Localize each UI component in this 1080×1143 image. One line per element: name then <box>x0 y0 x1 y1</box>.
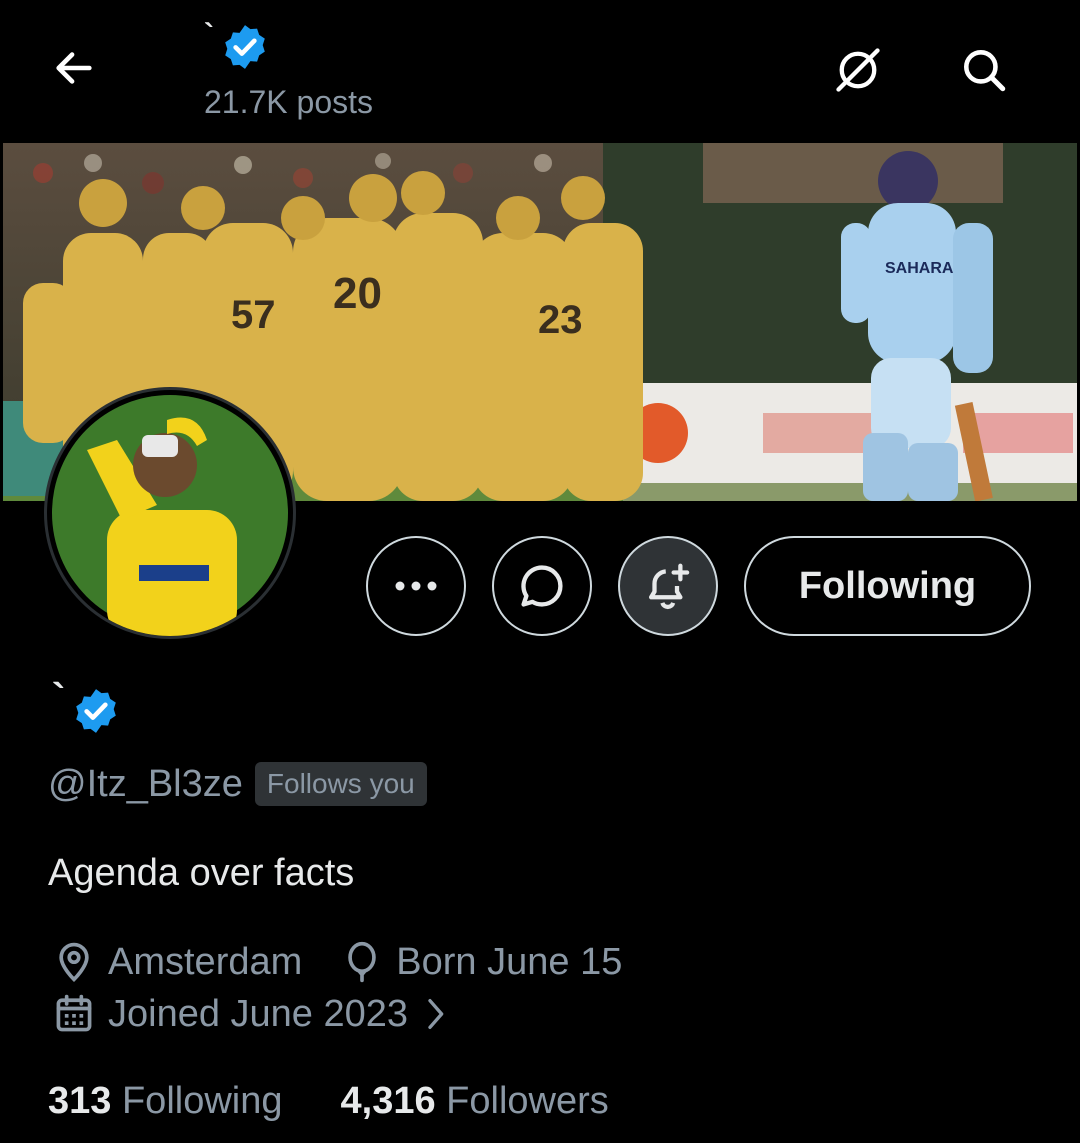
search-icon <box>964 50 1006 92</box>
more-button[interactable] <box>366 536 466 636</box>
svg-text:57: 57 <box>231 293 276 337</box>
joined-row[interactable]: Joined June 2023 <box>52 992 450 1036</box>
profile-avatar[interactable] <box>44 387 296 639</box>
profile-display-name-row: ` <box>52 676 121 736</box>
handle-row: @Itz_Bl3ze Follows you <box>48 762 427 806</box>
notify-button[interactable] <box>618 536 718 636</box>
birthday-text: Born June 15 <box>396 940 623 983</box>
verified-badge-icon <box>225 25 265 69</box>
profile-display-name: ` <box>52 676 66 720</box>
search-button[interactable] <box>956 42 1012 98</box>
following-count: 313 <box>48 1080 112 1122</box>
svg-text:20: 20 <box>333 269 382 318</box>
message-icon <box>521 565 563 607</box>
follows-you-badge: Follows you <box>254 762 427 806</box>
location-text: Amsterdam <box>108 940 303 983</box>
back-arrow-icon <box>56 52 92 84</box>
verified-badge-icon <box>76 689 117 733</box>
following-label: Following <box>121 1080 283 1122</box>
message-button[interactable] <box>492 536 592 636</box>
more-icon <box>395 581 437 591</box>
back-button[interactable] <box>48 42 100 94</box>
svg-text:23: 23 <box>538 298 583 342</box>
followers-label: Followers <box>446 1080 609 1122</box>
birthday-balloon-icon <box>348 941 377 983</box>
profile-bio: Agenda over facts <box>48 852 355 894</box>
hide-button[interactable] <box>830 42 886 98</box>
followers-stat[interactable]: 4,316 Followers <box>341 1080 609 1123</box>
profile-handle: @Itz_Bl3ze <box>48 762 243 805</box>
calendar-icon <box>56 994 92 1032</box>
following-button-label: Following <box>798 564 977 607</box>
joined-text: Joined June 2023 <box>108 992 409 1035</box>
posts-count: 21.7K posts <box>204 84 373 120</box>
following-stat[interactable]: 313 Following <box>48 1080 283 1123</box>
chevron-right-icon <box>428 999 444 1029</box>
following-button[interactable]: Following <box>744 536 1031 636</box>
location-birthday-row: Amsterdam Born June 15 <box>52 940 622 984</box>
location-icon <box>59 942 89 982</box>
follow-stats: 313 Following 4,316 Followers <box>48 1080 609 1123</box>
svg-text:SAHARA: SAHARA <box>885 260 954 277</box>
followers-count: 4,316 <box>340 1080 436 1122</box>
header-display-name: ` <box>204 18 214 51</box>
header-title: ` <box>204 18 270 72</box>
notify-bell-icon <box>648 563 690 610</box>
avatar-image <box>52 395 288 636</box>
hide-icon <box>836 48 880 92</box>
